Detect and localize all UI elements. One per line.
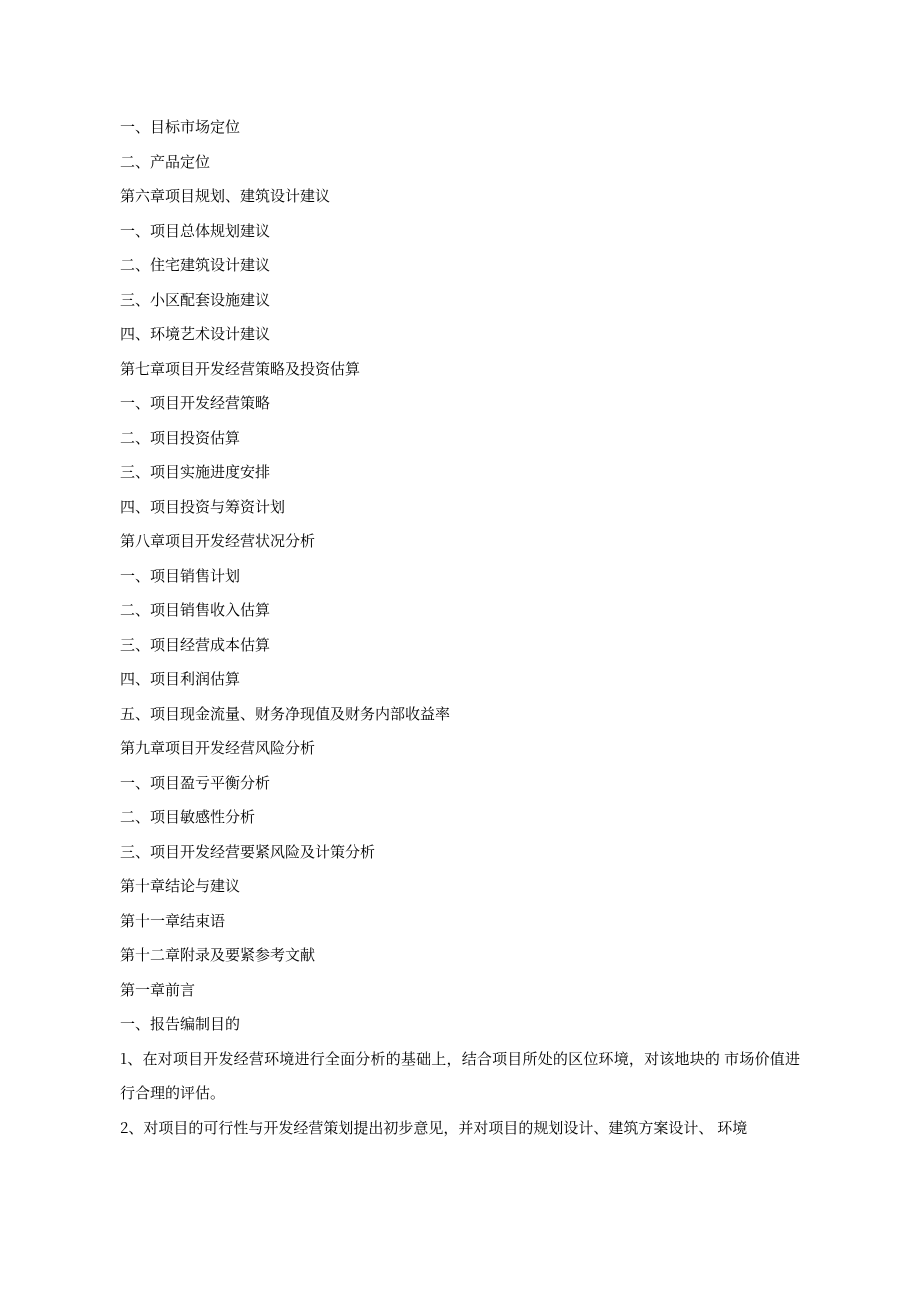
toc-line: 第九章项目开发经营风险分析 bbox=[120, 731, 800, 766]
toc-line: 三、项目实施进度安排 bbox=[120, 455, 800, 490]
body-paragraph: 1、在对项目开发经营环境进行全面分析的基础上，结合项目所处的区位环境，对该地块的… bbox=[120, 1042, 800, 1111]
section-heading: 一、报告编制目的 bbox=[120, 1007, 800, 1042]
toc-line: 二、项目销售收入估算 bbox=[120, 593, 800, 628]
toc-line: 一、项目开发经营策略 bbox=[120, 386, 800, 421]
toc-line: 第十二章附录及要紧参考文献 bbox=[120, 938, 800, 973]
toc-line: 一、项目总体规划建议 bbox=[120, 214, 800, 249]
toc-line: 二、住宅建筑设计建议 bbox=[120, 248, 800, 283]
toc-line: 三、小区配套设施建议 bbox=[120, 283, 800, 318]
toc-line: 三、项目经营成本估算 bbox=[120, 628, 800, 663]
toc-line: 第八章项目开发经营状况分析 bbox=[120, 524, 800, 559]
toc-line: 一、目标市场定位 bbox=[120, 110, 800, 145]
toc-line: 四、项目投资与筹资计划 bbox=[120, 490, 800, 525]
toc-line: 第七章项目开发经营策略及投资估算 bbox=[120, 352, 800, 387]
toc-line: 二、项目投资估算 bbox=[120, 421, 800, 456]
toc-line: 一、项目销售计划 bbox=[120, 559, 800, 594]
toc-line: 第十一章结束语 bbox=[120, 904, 800, 939]
toc-line: 第十章结论与建议 bbox=[120, 869, 800, 904]
chapter-heading: 第一章前言 bbox=[120, 973, 800, 1008]
body-paragraph: 2、对项目的可行性与开发经营策划提出初步意见，并对项目的规划设计、建筑方案设计、… bbox=[120, 1111, 800, 1146]
toc-line: 二、项目敏感性分析 bbox=[120, 800, 800, 835]
toc-line: 四、项目利润估算 bbox=[120, 662, 800, 697]
toc-line: 二、产品定位 bbox=[120, 145, 800, 180]
document-page: 一、目标市场定位 二、产品定位 第六章项目规划、建筑设计建议 一、项目总体规划建… bbox=[0, 0, 920, 1205]
toc-line: 三、项目开发经营要紧风险及计策分析 bbox=[120, 835, 800, 870]
toc-line: 一、项目盈亏平衡分析 bbox=[120, 766, 800, 801]
toc-line: 五、项目现金流量、财务净现值及财务内部收益率 bbox=[120, 697, 800, 732]
toc-line: 第六章项目规划、建筑设计建议 bbox=[120, 179, 800, 214]
toc-line: 四、环境艺术设计建议 bbox=[120, 317, 800, 352]
